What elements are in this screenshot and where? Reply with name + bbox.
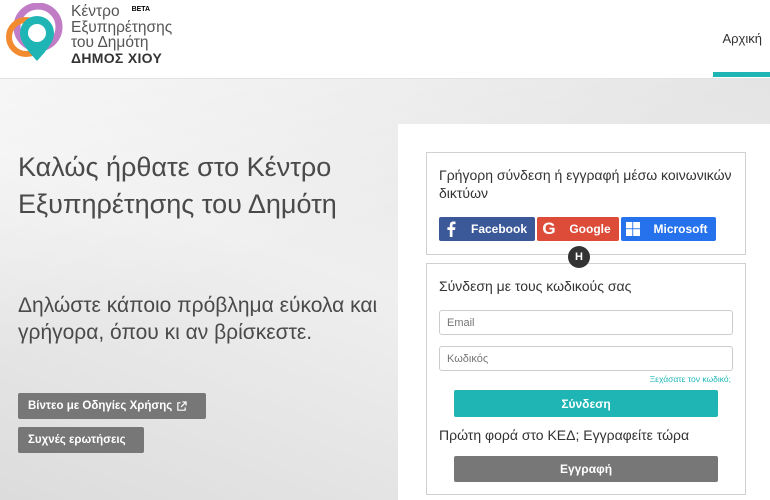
header: Κέντρο BETA Εξυπηρέτησης του Δημότη ΔΗΜΟΣ… — [0, 0, 770, 79]
register-button[interactable]: Εγγραφή — [454, 456, 718, 482]
facebook-label: Facebook — [470, 222, 527, 236]
hero-subtitle: Δηλώστε κάποιο πρόβλημα εύκολα και γρήγο… — [18, 294, 378, 344]
beta-badge: BETA — [131, 6, 151, 13]
social-login-title: Γρήγορη σύνδεση ή εγγραφή μέσω κοινωνικώ… — [439, 167, 732, 201]
facebook-login-button[interactable]: Facebook — [439, 217, 535, 241]
password-input[interactable] — [439, 346, 733, 371]
microsoft-login-button[interactable]: Microsoft — [621, 217, 716, 241]
external-link-icon — [177, 400, 187, 411]
forgot-password-link[interactable]: Ξεχάσατε τον κωδικό; — [650, 374, 731, 384]
faq-button[interactable]: Συχνές ερωτήσεις — [18, 427, 144, 453]
logo-text[interactable]: Κέντρο BETA Εξυπηρέτησης του Δημότη ΔΗΜΟΣ… — [71, 4, 172, 66]
google-icon: G — [542, 219, 556, 238]
microsoft-label: Microsoft — [653, 222, 708, 236]
first-time-text: Πρώτη φορά στο ΚΕΔ; Εγγραφείτε τώρα — [439, 427, 690, 443]
email-input[interactable] — [439, 310, 733, 335]
welcome-heading: Καλώς ήρθατε στο Κέντρο Εξυπηρέτησης του… — [18, 152, 337, 219]
logo-line-2: Εξυπηρέτησης — [71, 18, 173, 36]
windows-icon — [621, 217, 645, 241]
logo-line-1: Κέντρο — [71, 3, 120, 20]
credentials-login-box: Σύνδεση με τους κωδικούς σας Ξεχάσατε το… — [426, 263, 746, 495]
login-button[interactable]: Σύνδεση — [454, 390, 718, 417]
nav-home-link[interactable]: Αρχική — [722, 31, 762, 46]
video-instructions-button[interactable]: Βίντεο με Οδηγίες Χρήσης — [18, 393, 206, 419]
logo-icon[interactable] — [4, 3, 68, 69]
google-login-button[interactable]: G Google — [537, 217, 619, 241]
facebook-icon — [439, 217, 463, 241]
video-button-label: Βίντεο με Οδηγίες Χρήσης — [28, 400, 173, 412]
credentials-login-title: Σύνδεση με τους κωδικούς σας — [439, 278, 632, 294]
social-login-box: Γρήγορη σύνδεση ή εγγραφή μέσω κοινωνικώ… — [426, 152, 746, 255]
google-label: Google — [569, 222, 611, 236]
logo-municipality: ΔΗΜΟΣ ΧΙΟΥ — [71, 49, 163, 66]
logo-line-3: του Δημότη — [71, 34, 149, 51]
nav-active-indicator — [713, 72, 770, 77]
login-panel: Γρήγορη σύνδεση ή εγγραφή μέσω κοινωνικώ… — [398, 124, 770, 500]
hint-badge: H — [568, 246, 590, 268]
